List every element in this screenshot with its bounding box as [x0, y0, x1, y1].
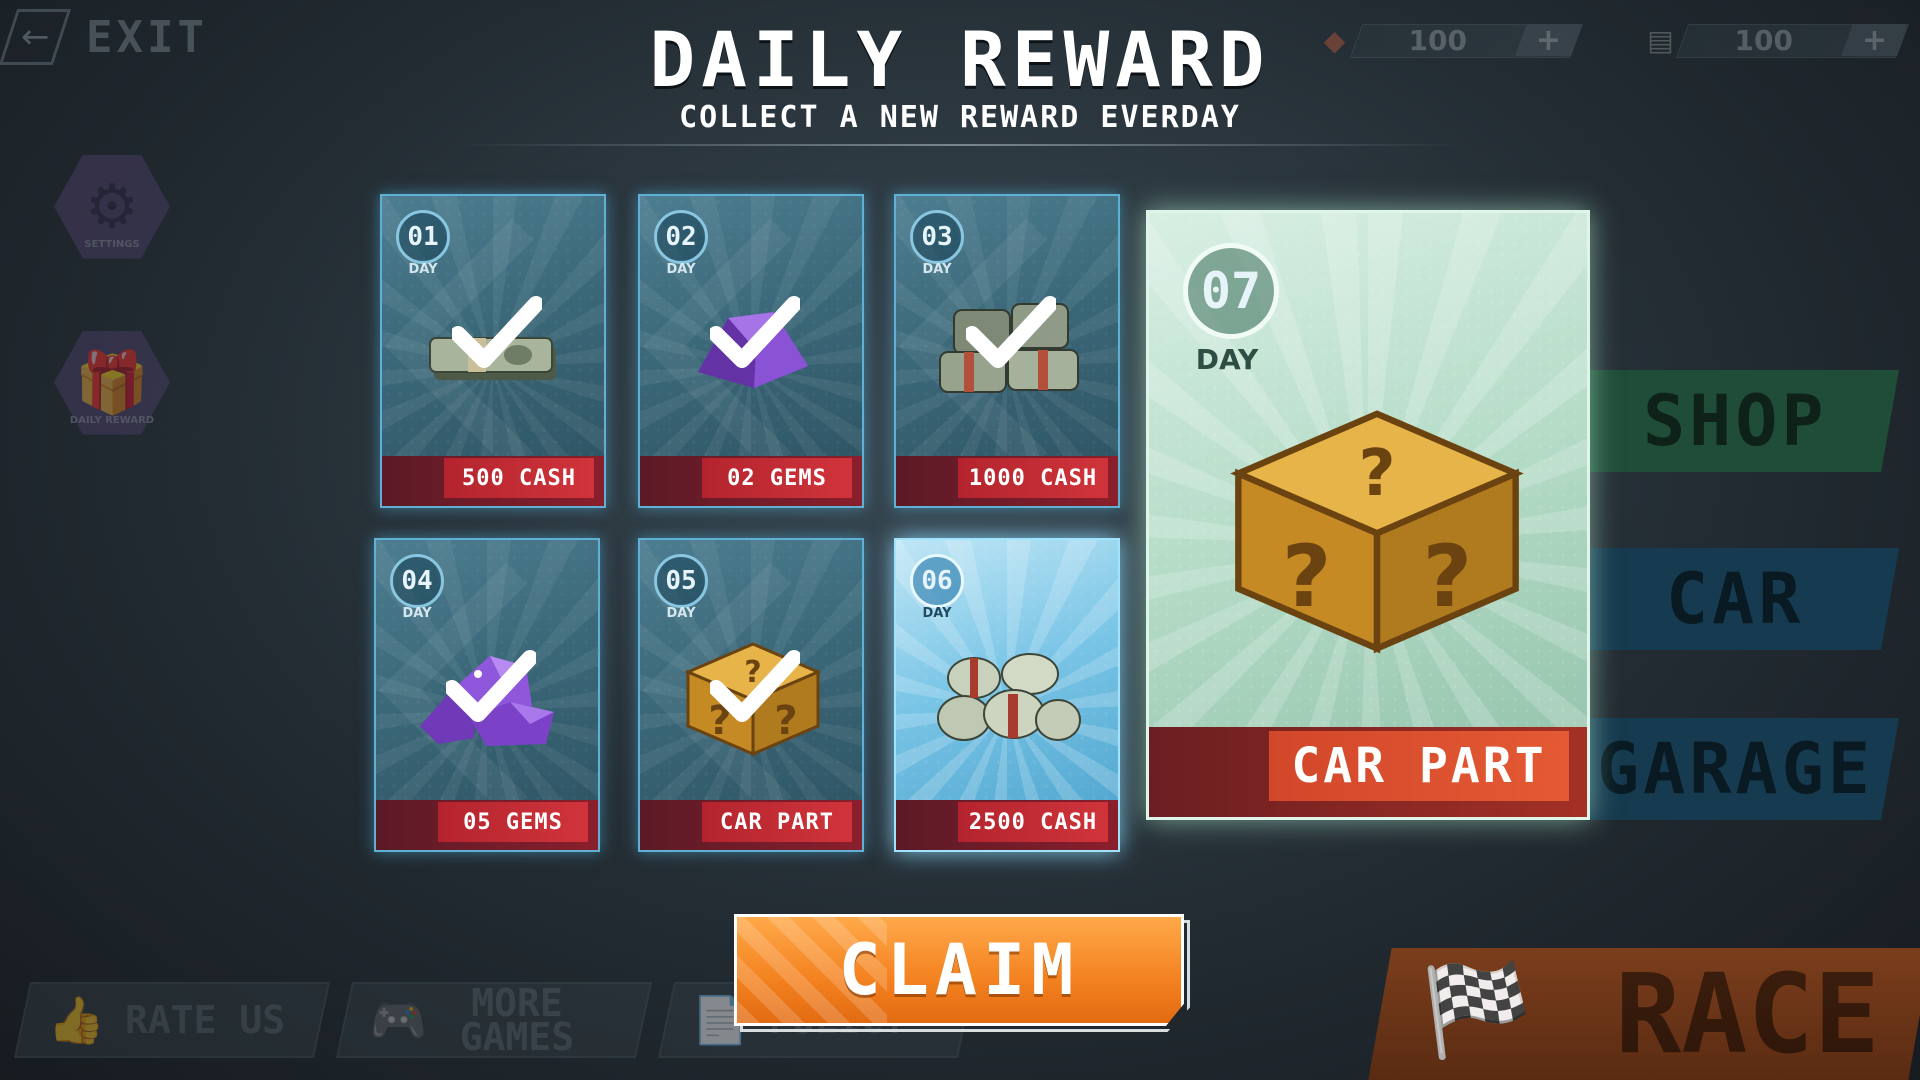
reward-card-day-4[interactable]: 04 DAY 05 GEMS [374, 538, 600, 852]
cash-counter: ▤ 100 + [1642, 22, 1909, 58]
day-number-badge: 01 [396, 210, 450, 264]
reward-label: 02 GEMS [702, 458, 852, 498]
reward-label: 05 GEMS [438, 802, 588, 842]
add-gems-button[interactable]: + [1514, 23, 1582, 58]
race-button[interactable]: 🏁 RACE [1368, 948, 1920, 1080]
cash-amount: 100 [1734, 23, 1793, 57]
day-label: DAY [666, 606, 696, 621]
checkmark-icon [966, 294, 1056, 368]
add-cash-button[interactable]: + [1840, 23, 1908, 58]
day-label: DAY [1195, 343, 1259, 376]
exit-label: EXIT [86, 11, 208, 63]
claim-label: CLAIM [838, 929, 1080, 1011]
reward-card-day-2[interactable]: 02 DAY 02 GEMS [638, 194, 864, 508]
garage-button[interactable]: GARAGE [1571, 718, 1899, 820]
checkmark-icon [446, 648, 536, 722]
checkmark-icon [452, 294, 542, 368]
day-number-badge: 05 [654, 554, 708, 608]
rate-us-button[interactable]: 👍 RATE US [13, 982, 331, 1058]
day-number-badge: 06 [910, 554, 964, 608]
reward-label: 2500 CASH [958, 802, 1108, 842]
daily-reward-side-button[interactable]: 🎁 DAILY REWARD [52, 322, 172, 435]
reward-card-day-1[interactable]: 01 DAY 500 CASH [380, 194, 606, 508]
reward-label: CAR PART [1269, 731, 1569, 801]
day-label: DAY [666, 262, 696, 277]
rate-us-label: RATE US [125, 998, 286, 1042]
reward-card-day-5[interactable]: 05 DAY CAR PART [638, 538, 864, 852]
day-label: DAY [922, 606, 952, 621]
reward-label: 500 CASH [444, 458, 594, 498]
back-arrow-icon: ← [0, 9, 72, 65]
day-number-badge: 07 [1183, 243, 1279, 339]
reward-label: 1000 CASH [958, 458, 1108, 498]
mystery-box-icon [1217, 379, 1537, 679]
checkered-flag-icon: 🏁 [1420, 958, 1533, 1063]
claim-button[interactable]: CLAIM [734, 914, 1190, 1032]
cash-stack-icon: ▤ [1647, 23, 1674, 57]
checkmark-icon [710, 294, 800, 368]
day-label: DAY [922, 262, 952, 277]
page-title: DAILY REWARD [649, 15, 1271, 104]
daily-reward-header: DAILY REWARD COLLECT A NEW REWARD EVERDA… [460, 15, 1460, 146]
daily-reward-label: DAILY REWARD [69, 414, 155, 426]
day-number-badge: 03 [910, 210, 964, 264]
day-label: DAY [408, 262, 438, 277]
day-number-badge: 04 [390, 554, 444, 608]
race-label: RACE [1615, 950, 1880, 1078]
car-button[interactable]: CAR [1571, 548, 1899, 650]
shop-label: SHOP [1642, 380, 1828, 462]
car-label: CAR [1665, 558, 1805, 640]
thumbs-up-icon: 👍 [48, 992, 106, 1047]
exit-button[interactable]: ← EXIT [0, 8, 208, 66]
reward-card-day-6[interactable]: 06 DAY 2500 CASH [894, 538, 1120, 852]
settings-button[interactable]: ⚙ SETTINGS [52, 146, 172, 259]
more-games-label: MORE GAMES [460, 981, 575, 1059]
gamepad-icon: 🎮 [370, 992, 428, 1047]
cash-rolls-icon [934, 644, 1084, 754]
reward-card-day-3[interactable]: 03 DAY 1000 CASH [894, 194, 1120, 508]
gems-amount: 100 [1408, 23, 1467, 57]
more-games-button[interactable]: 🎮 MORE GAMES [335, 981, 653, 1059]
shop-button[interactable]: SHOP [1571, 370, 1899, 472]
reward-card-day-7[interactable]: 07 DAY CAR PART [1146, 210, 1590, 820]
page-subtitle: COLLECT A NEW REWARD EVERDAY [679, 100, 1241, 135]
garage-label: GARAGE [1596, 728, 1874, 810]
day-number-badge: 02 [654, 210, 708, 264]
settings-label: SETTINGS [84, 238, 140, 250]
day-label: DAY [402, 606, 432, 621]
header-divider [460, 144, 1460, 146]
checkmark-icon [710, 648, 800, 722]
reward-label: CAR PART [702, 802, 852, 842]
